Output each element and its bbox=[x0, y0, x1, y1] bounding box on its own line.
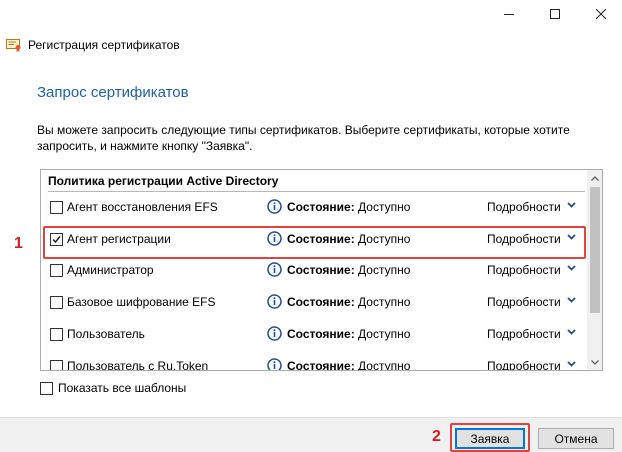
certificate-icon bbox=[6, 39, 21, 52]
certificate-checkbox[interactable] bbox=[50, 360, 63, 370]
status-text: Состояние: Доступно bbox=[287, 263, 411, 277]
info-icon bbox=[267, 199, 282, 214]
details-link[interactable]: Подробности bbox=[487, 327, 561, 341]
chevron-down-icon[interactable] bbox=[567, 329, 576, 335]
details-link[interactable]: Подробности bbox=[487, 200, 561, 214]
certificate-label: Пользователь с Ru.Token bbox=[67, 359, 209, 371]
app-title: Регистрация сертификатов bbox=[28, 38, 180, 52]
chevron-down-icon[interactable] bbox=[567, 361, 576, 367]
info-icon bbox=[267, 358, 282, 370]
scroll-up-icon bbox=[591, 175, 599, 181]
info-icon bbox=[267, 262, 282, 277]
minimize-icon bbox=[504, 14, 514, 15]
cancel-button[interactable]: Отмена bbox=[538, 428, 614, 449]
maximize-button[interactable] bbox=[532, 0, 578, 28]
certificate-label: Агент восстановления EFS bbox=[67, 200, 218, 214]
details-link[interactable]: Подробности bbox=[487, 263, 561, 277]
app-header: Регистрация сертификатов bbox=[6, 37, 180, 53]
step-marker-2: 2 bbox=[432, 428, 441, 445]
certificate-list[interactable]: Политика регистрации Active Directory Аг… bbox=[40, 169, 603, 371]
vertical-scrollbar[interactable] bbox=[587, 170, 602, 370]
certificate-label: Пользователь bbox=[67, 327, 145, 341]
info-icon bbox=[267, 294, 282, 309]
group-divider bbox=[48, 191, 585, 192]
certificate-checkbox[interactable] bbox=[50, 264, 63, 277]
highlight-submit-button bbox=[450, 423, 530, 452]
certificate-checkbox[interactable] bbox=[50, 201, 63, 214]
close-button[interactable] bbox=[578, 0, 622, 28]
certificate-checkbox[interactable] bbox=[50, 328, 63, 341]
show-all-checkbox[interactable] bbox=[40, 381, 53, 395]
chevron-down-icon[interactable] bbox=[567, 265, 576, 271]
list-item[interactable]: Агент восстановления EFS Состояние: Дост… bbox=[41, 197, 587, 219]
list-item[interactable]: Базовое шифрование EFS Состояние: Доступ… bbox=[41, 292, 587, 314]
list-item[interactable]: Пользователь с Ru.Token Состояние: Досту… bbox=[41, 356, 587, 371]
minimize-button[interactable] bbox=[486, 0, 532, 28]
list-item[interactable]: Администратор Состояние: Доступно Подроб… bbox=[41, 260, 587, 282]
highlight-selected-item bbox=[43, 226, 586, 259]
page-description: Вы можете запросить следующие типы серти… bbox=[37, 123, 570, 153]
page-title: Запрос сертификатов bbox=[37, 84, 189, 101]
window-titlebar bbox=[0, 0, 622, 30]
status-text: Состояние: Доступно bbox=[287, 200, 411, 214]
certificate-checkbox[interactable] bbox=[50, 296, 63, 309]
maximize-icon bbox=[550, 9, 560, 19]
chevron-down-icon[interactable] bbox=[567, 297, 576, 303]
info-icon bbox=[267, 326, 282, 341]
details-link[interactable]: Подробности bbox=[487, 359, 561, 370]
close-icon bbox=[596, 9, 606, 19]
status-text: Состояние: Доступно bbox=[287, 327, 411, 341]
scroll-up-button[interactable] bbox=[587, 170, 602, 186]
certificate-label: Администратор bbox=[67, 263, 154, 277]
certificate-label: Базовое шифрование EFS bbox=[67, 295, 216, 309]
show-all-label: Показать все шаблоны bbox=[58, 381, 187, 395]
chevron-down-icon[interactable] bbox=[567, 202, 576, 208]
details-link[interactable]: Подробности bbox=[487, 295, 561, 309]
group-header: Политика регистрации Active Directory bbox=[48, 174, 279, 188]
scroll-down-button[interactable] bbox=[587, 354, 602, 370]
scrollbar-thumb[interactable] bbox=[590, 187, 600, 313]
step-marker-1: 1 bbox=[14, 235, 23, 252]
show-all-templates[interactable]: Показать все шаблоны bbox=[40, 380, 186, 396]
scroll-down-icon bbox=[591, 359, 599, 365]
status-text: Состояние: Доступно bbox=[287, 359, 411, 371]
status-text: Состояние: Доступно bbox=[287, 295, 411, 309]
list-item[interactable]: Пользователь Состояние: Доступно Подробн… bbox=[41, 324, 587, 346]
